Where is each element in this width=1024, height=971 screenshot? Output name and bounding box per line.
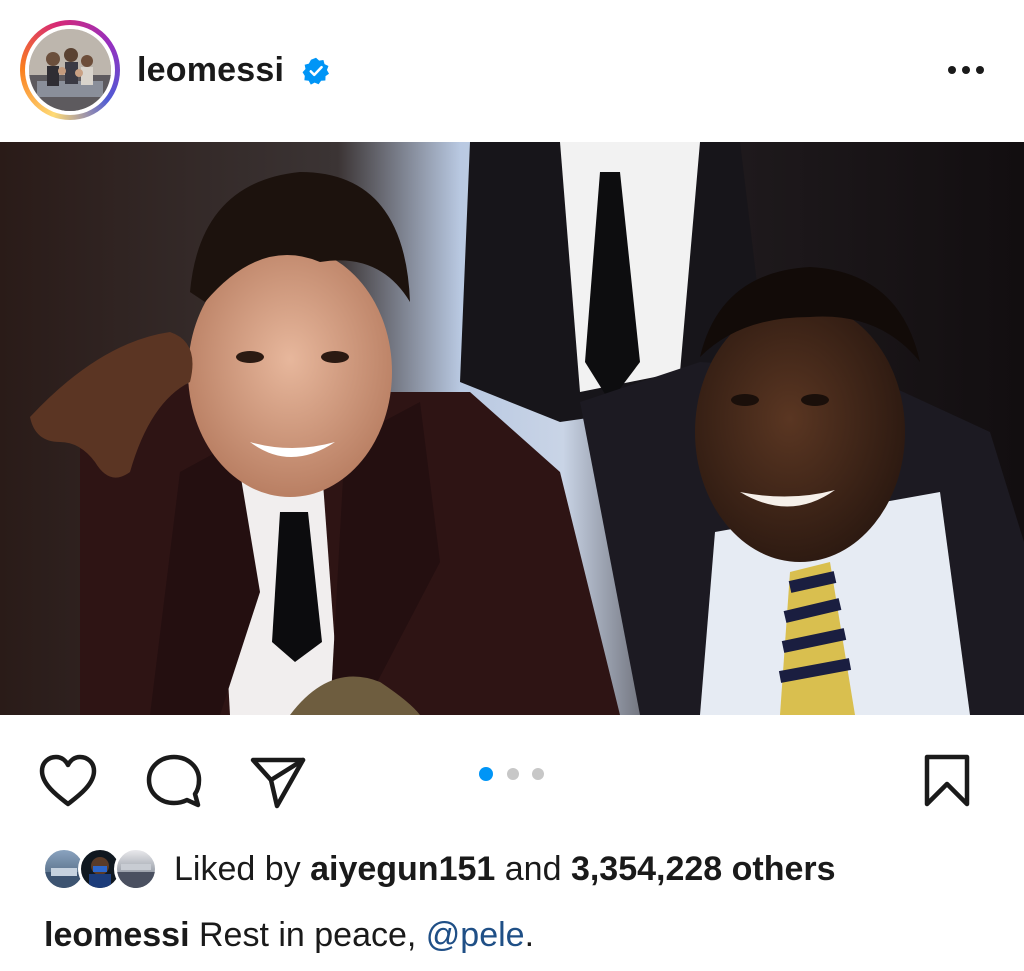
post-photo-illustration (0, 142, 1024, 715)
likes-conjunction: and (504, 850, 562, 888)
post-header: leomessi (0, 0, 1024, 142)
heart-icon[interactable] (37, 752, 99, 810)
liker-avatar[interactable] (114, 847, 158, 891)
avatar-photo-icon (29, 29, 111, 111)
post-username[interactable]: leomessi (137, 48, 284, 92)
bookmark-icon[interactable] (918, 752, 976, 810)
caption-username[interactable]: leomessi (44, 916, 190, 954)
carousel-indicator (479, 767, 544, 781)
avatar-border (25, 25, 115, 115)
more-horizontal-icon[interactable] (944, 60, 988, 80)
liker-username[interactable]: aiyegun151 (310, 850, 495, 888)
likes-row: Liked by aiyegun151 and 3,354,228 others (40, 843, 1020, 895)
comment-icon[interactable] (143, 752, 205, 810)
caption-end: . (524, 916, 535, 954)
send-icon[interactable] (247, 752, 309, 810)
carousel-dot-active (479, 767, 493, 781)
liker-avatar-icon (117, 864, 155, 888)
avatar (29, 29, 111, 111)
post-caption: leomessi Rest in peace, @pele. (44, 912, 534, 958)
post-image[interactable] (0, 142, 1024, 715)
carousel-dot (532, 768, 544, 780)
likes-summary: Liked by aiyegun151 and 3,354,228 others (174, 847, 836, 891)
story-ring-avatar[interactable] (20, 20, 120, 120)
caption-text: Rest in peace, (198, 916, 417, 954)
carousel-dot (507, 768, 519, 780)
verified-badge-icon (302, 57, 330, 85)
likes-prefix: Liked by (174, 850, 301, 888)
caption-mention[interactable]: @pele (426, 916, 525, 954)
likes-count[interactable]: 3,354,228 others (571, 850, 836, 888)
